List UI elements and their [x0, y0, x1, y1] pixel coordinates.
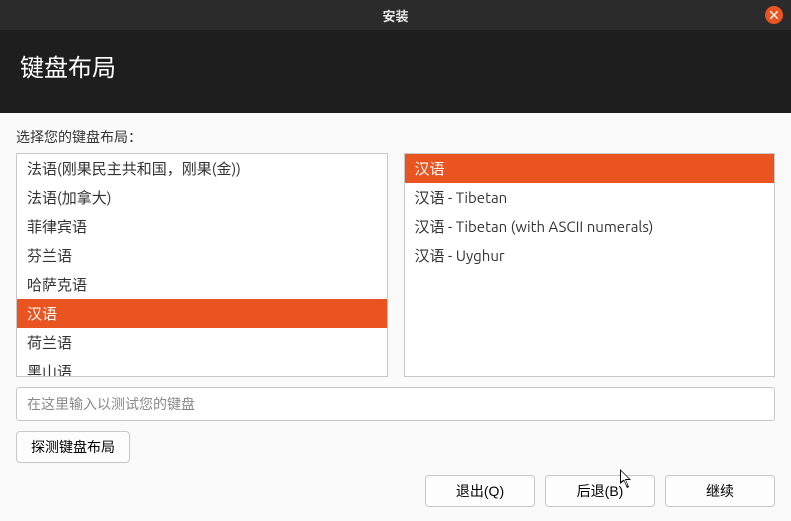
close-button[interactable] [765, 6, 783, 24]
variant-item[interactable]: 汉语 - Uyghur [405, 241, 775, 270]
quit-button[interactable]: 退出(Q) [425, 475, 535, 507]
lists-row: 法语(刚果民主共和国，刚果(金))法语(加拿大)菲律宾语芬兰语哈萨克语汉语荷兰语… [16, 153, 775, 377]
continue-button[interactable]: 继续 [665, 475, 775, 507]
content: 选择您的键盘布局： 法语(刚果民主共和国，刚果(金))法语(加拿大)菲律宾语芬兰… [0, 113, 791, 521]
layout-item[interactable]: 芬兰语 [17, 241, 387, 270]
variant-listbox[interactable]: 汉语汉语 - Tibetan汉语 - Tibetan (with ASCII n… [404, 153, 776, 377]
variant-item[interactable]: 汉语 [405, 154, 775, 183]
close-icon [770, 8, 778, 22]
layout-item[interactable]: 哈萨克语 [17, 270, 387, 299]
keyboard-test-input[interactable] [16, 387, 775, 421]
window-title: 安装 [382, 6, 408, 25]
layout-item[interactable]: 黑山语 [17, 357, 387, 377]
layout-item[interactable]: 汉语 [17, 299, 387, 328]
layout-item[interactable]: 法语(加拿大) [17, 183, 387, 212]
layout-item[interactable]: 荷兰语 [17, 328, 387, 357]
detect-layout-button[interactable]: 探测键盘布局 [16, 431, 130, 463]
prompt-label: 选择您的键盘布局： [16, 127, 775, 147]
page-title: 键盘布局 [20, 48, 771, 83]
titlebar: 安装 [0, 0, 791, 30]
back-button[interactable]: 后退(B) [545, 475, 655, 507]
footer-buttons: 退出(Q) 后退(B) 继续 [425, 475, 775, 507]
layout-listbox[interactable]: 法语(刚果民主共和国，刚果(金))法语(加拿大)菲律宾语芬兰语哈萨克语汉语荷兰语… [16, 153, 388, 377]
header: 键盘布局 [0, 30, 791, 113]
layout-item[interactable]: 菲律宾语 [17, 212, 387, 241]
layout-item[interactable]: 法语(刚果民主共和国，刚果(金)) [17, 154, 387, 183]
variant-item[interactable]: 汉语 - Tibetan (with ASCII numerals) [405, 212, 775, 241]
variant-item[interactable]: 汉语 - Tibetan [405, 183, 775, 212]
